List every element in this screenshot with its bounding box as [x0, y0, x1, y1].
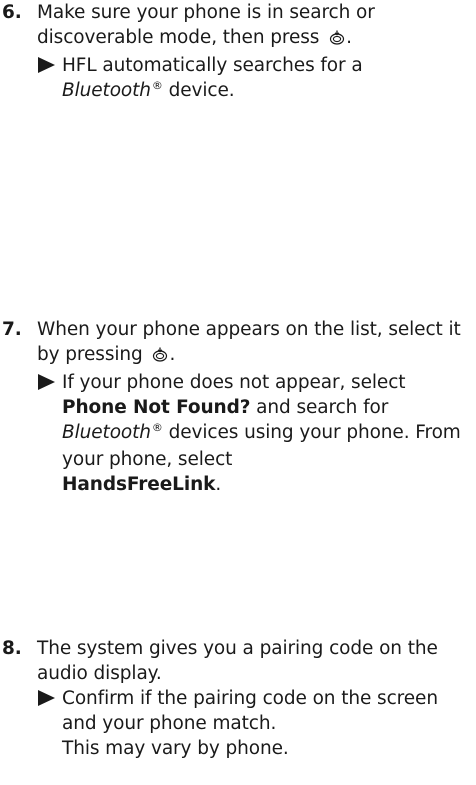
step-6-number: 6.: [2, 2, 22, 23]
selector-knob-icon: [151, 345, 169, 370]
step-7-result-end: .: [215, 474, 222, 495]
step-7-instruction: 7. When your phone appears on the list, …: [0, 317, 476, 370]
step-6-instruction: 6. Make sure your phone is in search or …: [0, 0, 476, 53]
step-7-result-text: If your phone does not appear, select: [62, 372, 406, 393]
step-8-text: The system gives you a pairing code on t…: [37, 638, 438, 684]
step-7-period: .: [169, 344, 176, 365]
bluetooth-text: Bluetooth: [62, 422, 151, 443]
step-6: 6. Make sure your phone is in search or …: [0, 0, 476, 105]
step-8-instruction: 8. The system gives you a pairing code o…: [0, 636, 476, 686]
bluetooth-text: Bluetooth: [62, 80, 151, 101]
handsfreelink-label: HandsFreeLink: [62, 474, 216, 495]
step-7: 7. When your phone appears on the list, …: [0, 317, 476, 497]
result-arrow-icon: [38, 690, 55, 706]
step-8-result-text-2: This may vary by phone.: [62, 738, 289, 759]
result-arrow-icon: [38, 57, 55, 73]
step-8: 8. The system gives you a pairing code o…: [0, 636, 476, 761]
step-7-result-mid-1: and search for: [250, 397, 389, 418]
step-6-period: .: [346, 27, 352, 48]
step-8-number: 8.: [2, 638, 22, 659]
registered-mark: ®: [151, 79, 163, 92]
step-6-result-text: HFL automatically searches for a: [62, 55, 363, 76]
phone-not-found-label: Phone Not Found?: [62, 397, 251, 418]
result-arrow-icon: [38, 374, 55, 390]
registered-mark: ®: [151, 421, 163, 434]
step-6-result-suffix: device.: [162, 80, 235, 101]
step-7-text: When your phone appears on the list, sel…: [37, 319, 461, 365]
step-7-result: If your phone does not appear, select Ph…: [0, 370, 476, 497]
step-6-result: HFL automatically searches for a Bluetoo…: [0, 53, 476, 105]
selector-knob-icon: [328, 28, 346, 53]
step-8-result: Confirm if the pairing code on the scree…: [0, 686, 476, 761]
step-8-result-text-1: Confirm if the pairing code on the scree…: [62, 688, 438, 734]
step-7-number: 7.: [2, 319, 22, 340]
step-6-text: Make sure your phone is in search or dis…: [37, 2, 375, 48]
